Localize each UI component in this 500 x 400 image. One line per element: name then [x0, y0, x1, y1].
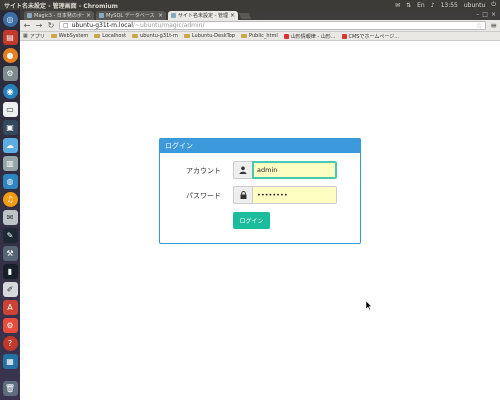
maximize-icon[interactable]: □ [482, 11, 488, 18]
page-info-icon[interactable]: ▢ [63, 22, 69, 29]
account-input[interactable]: admin [252, 161, 337, 179]
bookmarks-bar: ▦ アプリ WebSystem Localhost ubuntu-g31t-m L… [20, 32, 500, 41]
bookmark-ubuntu-g31t-m[interactable]: ubuntu-g31t-m [132, 33, 178, 39]
software-center-icon[interactable]: A [2, 300, 18, 315]
unity-launcher: ◎ ▤ ● ⚙ ◉ ▭ ▣ ☁ ▥ ◍ ♫ ✉ ✎ ⚒ ▮ ✐ A ⚙ ? ▦ … [0, 10, 20, 400]
apps-grid-icon: ▦ [23, 33, 28, 39]
minimize-icon[interactable]: – [476, 11, 479, 18]
close-window-icon[interactable]: × [491, 11, 496, 18]
window-controls: – □ × [476, 11, 496, 18]
folder-icon [241, 34, 248, 38]
trash-icon[interactable]: 🗑 [2, 381, 18, 396]
url-host: ubuntu-g31t-m.local [71, 22, 133, 29]
document-icon[interactable]: ▭ [2, 102, 18, 117]
files-icon[interactable]: ▤ [2, 30, 18, 45]
cloud-icon[interactable]: ☁ [2, 138, 18, 153]
tab-label: サイト名未設定 - 管理画面 [178, 13, 228, 19]
user-name[interactable]: ubuntu [464, 2, 485, 9]
url-path: /~ubuntu/magic/admin/ [132, 22, 205, 29]
page-favicon [171, 13, 176, 18]
bookmark-lubuntu-desktop[interactable]: Lubuntu-DeskTop [183, 33, 235, 39]
keyboard-icon[interactable]: En [417, 2, 425, 9]
back-arrow-icon[interactable]: ← [23, 21, 31, 30]
workspace-icon[interactable]: ▦ [2, 354, 18, 369]
mail-client-icon[interactable]: ✉ [2, 210, 18, 225]
login-button[interactable]: ログイン [233, 212, 270, 229]
login-panel-header: ログイン [160, 139, 360, 153]
account-input-group: admin [233, 161, 337, 179]
bookmark-localhost[interactable]: Localhost [94, 33, 126, 39]
tab-strip: Magic3 - 日本発のボータル × MySQL データベース サー × サイ… [20, 10, 500, 20]
system-top-panel: サイト名未設定 - 管理画面 - Chromium ✉ ⇅ En ♪ 13:55… [0, 0, 500, 10]
bookmark-public-html[interactable]: Public_html [241, 33, 278, 39]
mouse-cursor-icon [366, 301, 372, 310]
close-icon[interactable]: × [86, 12, 91, 19]
firefox-icon[interactable]: ● [2, 48, 18, 63]
login-title: ログイン [165, 142, 193, 150]
power-icon[interactable]: ⏻ [491, 1, 496, 9]
music-icon[interactable]: ♫ [2, 192, 18, 207]
close-icon[interactable]: × [158, 12, 163, 19]
password-input[interactable]: •••••••• [252, 186, 337, 204]
bookmark-yamagata[interactable]: 山形情報律 - 山形... [283, 33, 336, 40]
folder-icon [183, 34, 190, 38]
tab-mysql[interactable]: MySQL データベース サー × [96, 11, 166, 20]
account-label: アカウント [186, 167, 221, 175]
browser-window: Magic3 - 日本発のボータル × MySQL データベース サー × サイ… [20, 10, 500, 400]
folder-icon [94, 34, 101, 38]
bookmark-cms[interactable]: CMSでホームページ... [341, 33, 399, 40]
close-icon[interactable]: × [230, 12, 235, 19]
dash-icon[interactable]: ◎ [2, 12, 18, 27]
browser-toolbar: ← → ↻ ▢ ubuntu-g31t-m.local/~ubuntu/magi… [20, 20, 500, 32]
page-favicon [27, 13, 32, 18]
folder-icon [132, 34, 139, 38]
page-icon [283, 33, 289, 39]
lock-icon [233, 186, 252, 204]
tab-label: Magic3 - 日本発のボータル [34, 13, 84, 19]
system-settings-icon[interactable]: ⚙ [2, 318, 18, 333]
user-icon [233, 161, 252, 179]
folder-icon [50, 34, 57, 38]
editor-icon[interactable]: ✐ [2, 282, 18, 297]
bookmark-apps[interactable]: ▦ アプリ [23, 33, 45, 40]
password-input-group: •••••••• [233, 186, 337, 204]
tab-admin[interactable]: サイト名未設定 - 管理画面 × [168, 11, 238, 20]
page-viewport: ログイン アカウント admin パスワード •••••••• ログイン [20, 41, 500, 400]
monitor-icon[interactable]: ▣ [2, 120, 18, 135]
tab-magic3[interactable]: Magic3 - 日本発のボータル × [24, 11, 94, 20]
login-panel: ログイン アカウント admin パスワード •••••••• ログイン [159, 138, 361, 244]
clock[interactable]: 13:55 [441, 2, 458, 9]
bookmark-star-icon[interactable]: ☆ [476, 22, 482, 30]
tools-icon[interactable]: ⚒ [2, 246, 18, 261]
page-favicon [99, 13, 104, 18]
help-icon[interactable]: ? [2, 336, 18, 351]
network-icon[interactable]: ⇅ [406, 2, 411, 9]
mail-icon[interactable]: ✉ [395, 2, 400, 9]
address-bar[interactable]: ▢ ubuntu-g31t-m.local/~ubuntu/magic/admi… [59, 21, 487, 30]
menu-icon[interactable]: ≡ [490, 21, 497, 30]
system-tray: ✉ ⇅ En ♪ 13:55 ubuntu ⏻ [395, 1, 496, 9]
window-title: サイト名未設定 - 管理画面 - Chromium [4, 2, 118, 10]
globe-icon[interactable]: ◍ [2, 174, 18, 189]
forward-arrow-icon[interactable]: → [35, 21, 43, 30]
page-icon [341, 33, 347, 39]
reload-icon[interactable]: ↻ [47, 21, 55, 30]
tab-label: MySQL データベース サー [106, 13, 156, 19]
new-tab-button[interactable] [238, 13, 252, 19]
storage-icon[interactable]: ▥ [2, 156, 18, 171]
settings-icon[interactable]: ⚙ [2, 66, 18, 81]
terminal-icon[interactable]: ▮ [2, 264, 18, 279]
chromium-icon[interactable]: ◉ [2, 84, 18, 99]
volume-icon[interactable]: ♪ [431, 2, 435, 9]
inkscape-icon[interactable]: ✎ [2, 228, 18, 243]
password-label: パスワード [186, 192, 221, 200]
bookmark-websystem[interactable]: WebSystem [50, 33, 88, 39]
